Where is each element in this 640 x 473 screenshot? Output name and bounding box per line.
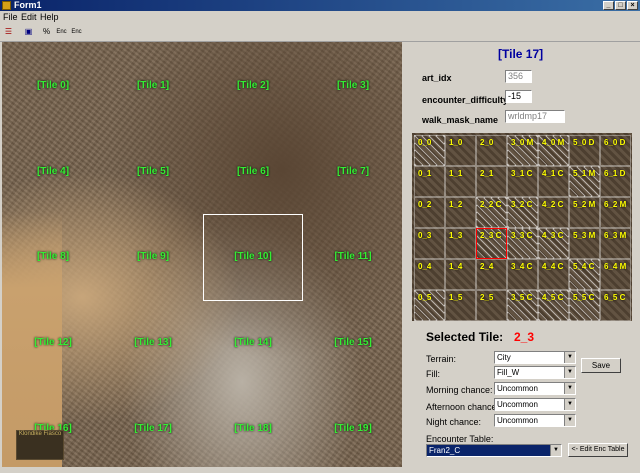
morning-chance-label: Morning chance: — [426, 385, 493, 395]
tile-label[interactable]: [Tile 9] — [137, 251, 169, 262]
encounter-difficulty-label: encounter_difficulty — [422, 95, 509, 105]
menu-help[interactable]: Help — [40, 12, 59, 22]
tile-label[interactable]: [Tile 1] — [137, 80, 169, 91]
encounter-table-select[interactable]: Fran2_C ▼ — [426, 444, 562, 457]
fill-select[interactable]: Fill_W ▼ — [494, 366, 576, 379]
morning-chance-select[interactable]: Uncommon ▼ — [494, 382, 576, 395]
walk-mask-field[interactable]: wrldmp17 — [505, 110, 565, 123]
menu-edit[interactable]: Edit — [21, 12, 37, 22]
tile-label[interactable]: [Tile 8] — [37, 251, 69, 262]
terrain-select[interactable]: City ▼ — [494, 351, 576, 364]
tile-heading: [Tile 17] — [498, 47, 544, 61]
tile-label[interactable]: [Tile 4] — [37, 166, 69, 177]
tile-label[interactable]: [Tile 10] — [234, 251, 272, 262]
fill-label: Fill: — [426, 369, 440, 379]
tile-label[interactable]: [Tile 0] — [37, 80, 69, 91]
menu-bar: File Edit Help — [0, 11, 640, 23]
terrain-label: Terrain: — [426, 354, 457, 364]
toolbar: ☰ ▣ % Enc Enc — [0, 24, 640, 42]
menu-file[interactable]: File — [3, 12, 18, 22]
tile-label[interactable]: [Tile 13] — [134, 337, 172, 348]
night-chance-select[interactable]: Uncommon ▼ — [494, 414, 576, 427]
window-title: Form1 — [14, 0, 42, 10]
tile-label[interactable]: [Tile 17] — [134, 423, 172, 434]
tile-label[interactable]: [Tile 11] — [334, 251, 371, 262]
encounter-difficulty-field[interactable]: -15 — [505, 90, 532, 103]
tile-label[interactable]: [Tile 19] — [334, 423, 372, 434]
minimize-button[interactable]: _ — [603, 1, 614, 10]
chevron-down-icon[interactable]: ▼ — [564, 352, 575, 363]
tile-label[interactable]: [Tile 15] — [334, 337, 372, 348]
art-idx-label: art_idx — [422, 73, 452, 83]
tile-label[interactable]: [Tile 14] — [234, 337, 272, 348]
encounter-table-label: Encounter Table: — [426, 434, 494, 444]
game-logo: Klondike Fiasco — [16, 430, 64, 460]
encounter-alt-icon[interactable]: Enc — [70, 26, 83, 38]
night-chance-label: Night chance: — [426, 417, 482, 427]
subtile-grid[interactable]: 0_0 1_0 2_0 3_0 M 4_0 M 5_0 D 6_0 D 0_1 … — [412, 133, 632, 321]
selected-tile-value: 2_3 — [514, 330, 535, 344]
tile-label[interactable]: [Tile 3] — [337, 80, 369, 91]
tile-properties-panel: [Tile 17] art_idx 356 encounter_difficul… — [404, 42, 640, 473]
tile-label[interactable]: [Tile 12] — [34, 337, 72, 348]
afternoon-chance-select[interactable]: Uncommon ▼ — [494, 398, 576, 411]
tile-label[interactable]: [Tile 5] — [137, 166, 169, 177]
world-map[interactable]: [Tile 0] [Tile 1] [Tile 2] [Tile 3] [Til… — [2, 42, 402, 467]
selected-tile-label: Selected Tile: — [426, 330, 504, 344]
tile-label[interactable]: [Tile 6] — [237, 166, 269, 177]
logo-text: Klondike Fiasco — [18, 431, 62, 437]
save-button[interactable]: Save — [581, 358, 621, 373]
walk-mask-label: walk_mask_name — [422, 115, 499, 125]
save-icon[interactable]: ▣ — [22, 26, 35, 38]
selected-subtile[interactable]: 2_3 C — [476, 228, 507, 259]
tile-label[interactable]: [Tile 2] — [237, 80, 269, 91]
edit-enc-table-button[interactable]: <- Edit Enc Table — [568, 443, 628, 457]
chevron-down-icon[interactable]: ▼ — [550, 445, 561, 456]
open-icon[interactable]: ☰ — [2, 26, 15, 38]
chevron-down-icon[interactable]: ▼ — [564, 367, 575, 378]
close-button[interactable]: × — [627, 1, 638, 10]
chevron-down-icon[interactable]: ▼ — [564, 383, 575, 394]
maximize-button[interactable]: □ — [615, 1, 626, 10]
chevron-down-icon[interactable]: ▼ — [564, 415, 575, 426]
percent-icon[interactable]: % — [40, 26, 53, 38]
app-icon — [2, 1, 11, 10]
window-titlebar[interactable]: Form1 _ □ × — [0, 0, 640, 11]
chevron-down-icon[interactable]: ▼ — [564, 399, 575, 410]
tile-label[interactable]: [Tile 18] — [234, 423, 272, 434]
art-idx-field[interactable]: 356 — [505, 70, 532, 83]
afternoon-chance-label: Afternoon chance: — [426, 402, 500, 412]
tile-label[interactable]: [Tile 7] — [337, 166, 369, 177]
encounter-icon[interactable]: Enc — [55, 26, 68, 38]
